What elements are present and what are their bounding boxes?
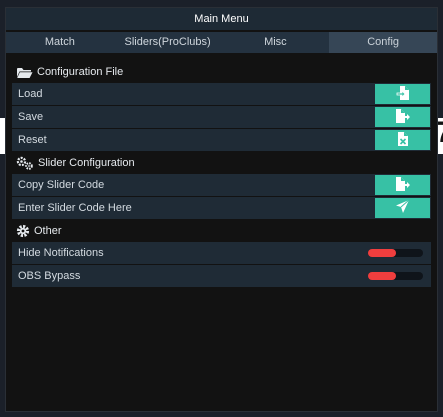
file-export-icon [395, 108, 411, 127]
toggle-fill [368, 249, 396, 257]
hide-notifications-row[interactable]: Hide Notifications [12, 242, 431, 264]
save-label: Save [18, 111, 44, 123]
copy-slider-code-label: Copy Slider Code [18, 179, 105, 191]
enter-slider-code-row[interactable]: Enter Slider Code Here [12, 197, 431, 219]
section-configuration-file: Configuration File [12, 61, 431, 83]
copy-slider-code-button[interactable] [375, 175, 430, 195]
obs-bypass-label: OBS Bypass [18, 270, 81, 282]
section-title: Other [34, 225, 62, 237]
reset-button[interactable] [375, 130, 430, 150]
config-panel: Configuration File Load Save Reset Slide… [6, 53, 437, 287]
toggle-fill [368, 272, 396, 280]
cogs-icon [16, 156, 34, 170]
section-slider-configuration: Slider Configuration [12, 152, 431, 174]
enter-slider-code-label: Enter Slider Code Here [18, 202, 132, 214]
reset-row[interactable]: Reset [12, 129, 431, 151]
section-title: Configuration File [37, 66, 124, 78]
copy-slider-code-row[interactable]: Copy Slider Code [12, 174, 431, 196]
file-excel-icon [397, 131, 409, 150]
save-row[interactable]: Save [12, 106, 431, 128]
tab-config[interactable]: Config [329, 32, 437, 53]
obs-bypass-row[interactable]: OBS Bypass [12, 265, 431, 287]
window-title: Main Menu [6, 8, 437, 30]
tab-misc[interactable]: Misc [221, 32, 330, 53]
load-button[interactable] [375, 84, 430, 104]
file-export-icon [395, 176, 411, 195]
submit-slider-code-button[interactable] [375, 198, 430, 218]
folder-open-icon [16, 66, 33, 79]
tab-bar: Match Sliders(ProClubs) Misc Config [6, 32, 437, 53]
main-menu-window: Main Menu Match Sliders(ProClubs) Misc C… [5, 7, 438, 412]
section-other: Other [12, 220, 431, 242]
load-label: Load [18, 88, 43, 100]
paper-plane-icon [395, 199, 410, 217]
hide-notifications-toggle[interactable] [368, 249, 423, 257]
gear-icon [16, 224, 30, 238]
tab-match[interactable]: Match [6, 32, 114, 53]
obs-bypass-toggle[interactable] [368, 272, 423, 280]
reset-label: Reset [18, 134, 47, 146]
tab-sliders[interactable]: Sliders(ProClubs) [113, 32, 222, 53]
hide-notifications-label: Hide Notifications [18, 247, 104, 259]
section-title: Slider Configuration [38, 157, 135, 169]
load-row[interactable]: Load [12, 83, 431, 105]
save-button[interactable] [375, 107, 430, 127]
file-import-icon [396, 85, 410, 104]
